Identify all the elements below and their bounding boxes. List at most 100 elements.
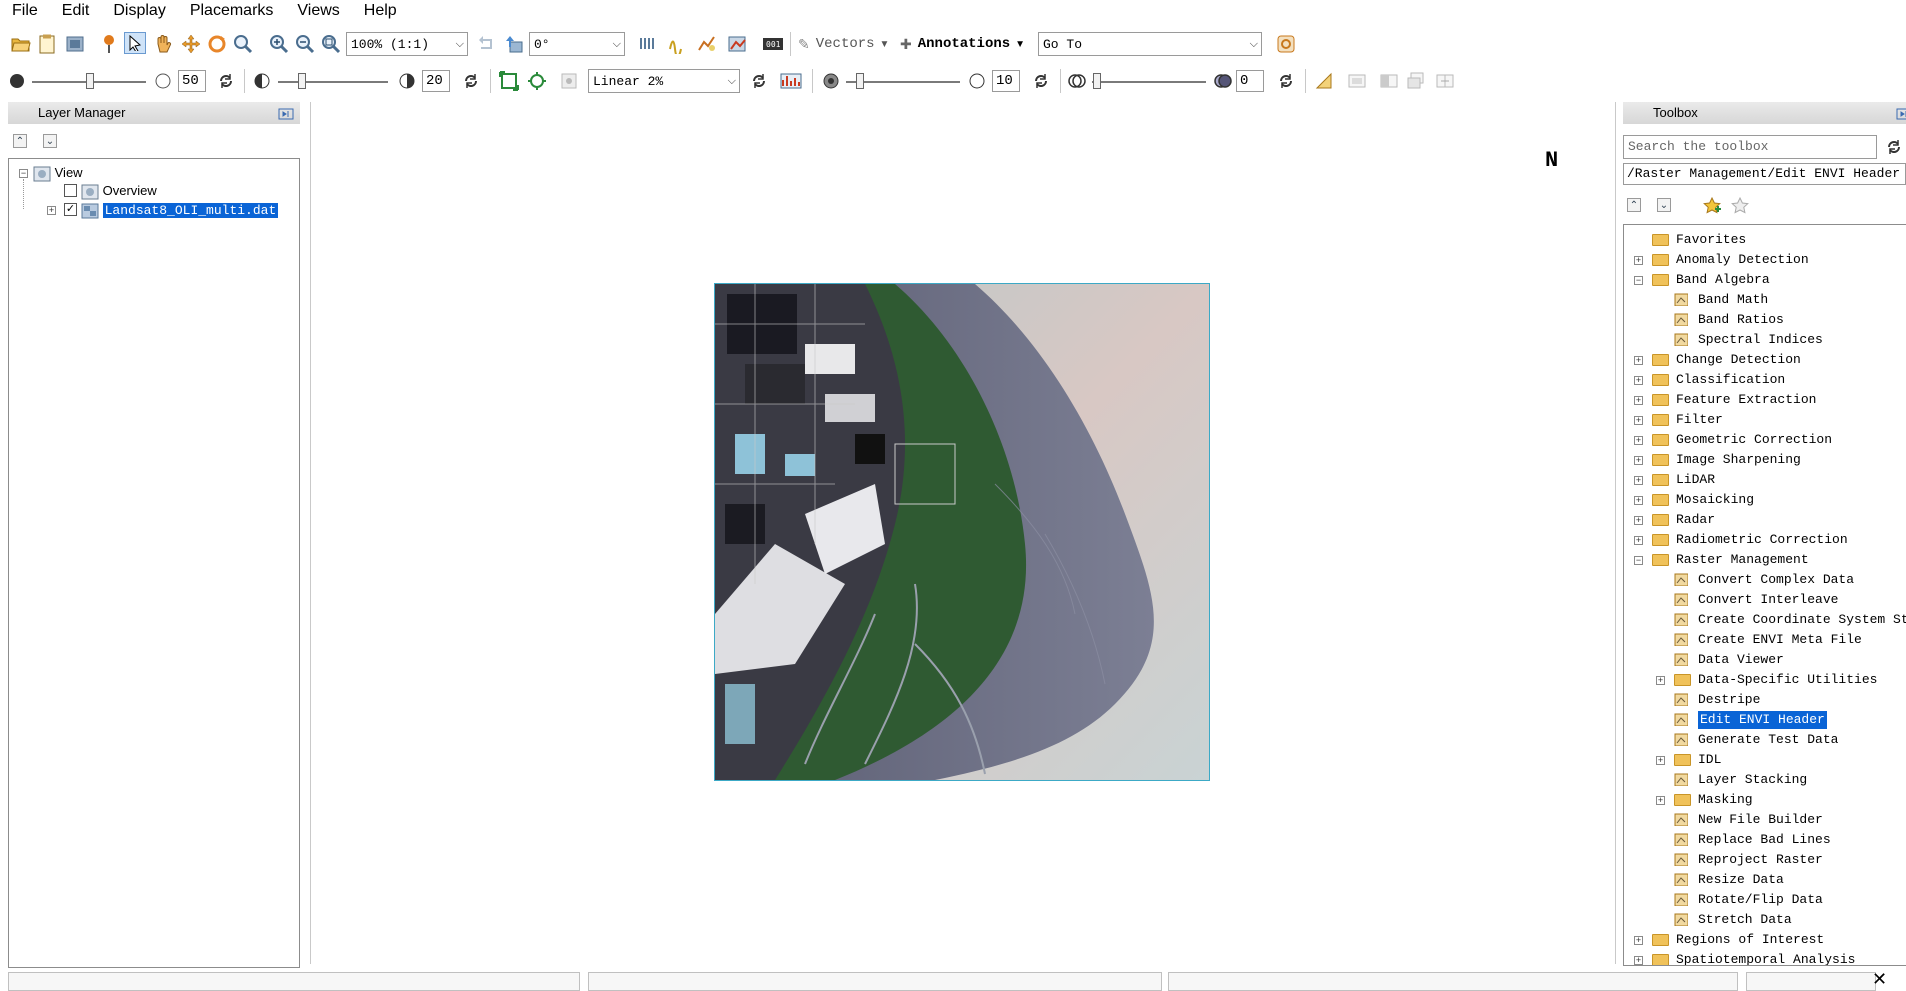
toolbox-item[interactable]: Generate Test Data (1698, 731, 1838, 749)
toolbox-item[interactable]: IDL (1698, 751, 1721, 769)
brightness-input[interactable]: 50 (178, 70, 206, 92)
reset-stretch-icon[interactable] (748, 70, 770, 92)
reset-transparency-icon[interactable] (1275, 70, 1297, 92)
dock-pin-icon[interactable] (278, 106, 294, 120)
tree-expand-toggle[interactable]: + (47, 206, 56, 215)
zoom-out-icon[interactable] (294, 33, 316, 55)
toolbox-item[interactable]: Change Detection (1676, 351, 1801, 369)
refresh-icon[interactable] (1883, 136, 1905, 158)
rotate-north-icon[interactable] (503, 33, 525, 55)
portal-icon[interactable] (1346, 70, 1368, 92)
reset-brightness-icon[interactable] (215, 70, 237, 92)
tree-expand-toggle[interactable]: − (1634, 276, 1643, 285)
toolbox-item[interactable]: Favorites (1676, 231, 1746, 249)
tree-collapse-toggle[interactable]: − (19, 169, 28, 178)
expand-all-icon[interactable]: ⌄ (1657, 198, 1671, 212)
vectors-menu[interactable]: ✎ Vectors ▼ (798, 32, 889, 56)
toolbox-item[interactable]: Anomaly Detection (1676, 251, 1809, 269)
toolbox-item[interactable]: Band Math (1698, 291, 1768, 309)
tree-expand-toggle[interactable]: + (1634, 376, 1643, 385)
zoom-select[interactable]: 100% (1:1) ⌵ (346, 32, 468, 56)
menu-display[interactable]: Display (101, 0, 177, 22)
collapse-all-icon[interactable]: ⌃ (1627, 198, 1641, 212)
stretch-select[interactable]: Linear 2% ⌵ (588, 69, 740, 93)
tree-node-view[interactable]: View (33, 164, 83, 182)
reset-sharpen-icon[interactable] (1030, 70, 1052, 92)
toolbox-item[interactable]: Band Ratios (1698, 311, 1784, 329)
pixel-locator-icon[interactable] (666, 33, 688, 55)
contrast-input[interactable]: 20 (422, 70, 450, 92)
stretch-dynamic-icon[interactable] (526, 70, 548, 92)
zoom-tool-icon[interactable] (232, 33, 254, 55)
tree-expand-toggle[interactable]: + (1634, 956, 1643, 965)
annotations-menu[interactable]: ✚ Annotations ▼ (900, 32, 1025, 56)
tree-expand-toggle[interactable]: + (1634, 516, 1643, 525)
menu-file[interactable]: File (0, 0, 50, 22)
stretch-settings-icon[interactable] (558, 70, 580, 92)
toolbox-item[interactable]: New File Builder (1698, 811, 1823, 829)
toolbox-item[interactable]: Spatiotemporal Analysis (1676, 951, 1855, 965)
toolbox-item[interactable]: Resize Data (1698, 871, 1784, 889)
data-manager-icon[interactable] (36, 33, 58, 55)
zoom-in-icon[interactable] (268, 33, 290, 55)
toolbox-item[interactable]: Classification (1676, 371, 1785, 389)
cursor-value-icon[interactable] (637, 33, 659, 55)
pan-tool-icon[interactable] (152, 33, 174, 55)
toolbox-item[interactable]: Replace Bad Lines (1698, 831, 1831, 849)
toolbox-item[interactable]: Edit ENVI Header (1698, 711, 1827, 729)
chip-view-icon[interactable] (64, 33, 86, 55)
toolbox-item[interactable]: Create ENVI Meta File (1698, 631, 1862, 649)
goto-settings-icon[interactable] (1275, 33, 1297, 55)
data-values-icon[interactable]: 001 (762, 33, 784, 55)
menu-help[interactable]: Help (352, 0, 409, 22)
toolbox-item[interactable]: Convert Interleave (1698, 591, 1838, 609)
toolbox-item[interactable]: Data Viewer (1698, 651, 1784, 669)
toolbox-item[interactable]: Band Algebra (1676, 271, 1770, 289)
zoom-full-icon[interactable] (320, 33, 342, 55)
flicker-icon[interactable] (1406, 70, 1428, 92)
toolbox-item[interactable]: Image Sharpening (1676, 451, 1801, 469)
toolbox-item[interactable]: Mosaicking (1676, 491, 1754, 509)
toolbox-item[interactable]: Spectral Indices (1698, 331, 1823, 349)
toolbox-item[interactable]: Radar (1676, 511, 1715, 529)
toolbox-item[interactable]: Radiometric Correction (1676, 531, 1848, 549)
tree-expand-toggle[interactable]: + (1634, 256, 1643, 265)
rotate-tool-icon[interactable] (206, 33, 228, 55)
rotation-select[interactable]: 0° ⌵ (529, 32, 625, 56)
tree-expand-toggle[interactable]: + (1656, 796, 1665, 805)
roi-tool-icon[interactable] (728, 33, 750, 55)
toolbox-item[interactable]: Create Coordinate System String (1698, 611, 1906, 629)
tree-expand-toggle[interactable]: + (1634, 356, 1643, 365)
toolbox-item[interactable]: Rotate/Flip Data (1698, 891, 1823, 909)
overview-checkbox[interactable] (64, 184, 77, 197)
dock-pin-icon[interactable] (1896, 106, 1906, 120)
toolbox-item[interactable]: Masking (1698, 791, 1753, 809)
tree-expand-toggle[interactable]: + (1634, 936, 1643, 945)
toolbox-item[interactable]: Stretch Data (1698, 911, 1792, 929)
tree-expand-toggle[interactable]: + (1656, 676, 1665, 685)
satellite-image[interactable] (714, 283, 1210, 781)
tree-expand-toggle[interactable]: + (1634, 496, 1643, 505)
swipe-icon[interactable] (1434, 70, 1456, 92)
toolbox-item[interactable]: Convert Complex Data (1698, 571, 1854, 589)
stretch-full-icon[interactable] (498, 70, 520, 92)
tree-expand-toggle[interactable]: + (1634, 536, 1643, 545)
histogram-icon[interactable] (780, 70, 802, 92)
select-tool-icon[interactable] (124, 32, 146, 54)
reset-contrast-icon[interactable] (460, 70, 482, 92)
menu-placemarks[interactable]: Placemarks (178, 0, 286, 22)
toolbox-item[interactable]: Filter (1676, 411, 1723, 429)
transparency-slider[interactable] (1093, 73, 1101, 89)
tree-node-overview[interactable]: Overview (81, 182, 157, 200)
toolbox-item[interactable]: Geometric Correction (1676, 431, 1832, 449)
toolbox-item[interactable]: Feature Extraction (1676, 391, 1816, 409)
tree-expand-toggle[interactable]: + (1634, 416, 1643, 425)
menu-edit[interactable]: Edit (50, 0, 102, 22)
remove-favorite-icon[interactable] (1729, 195, 1751, 217)
toolbox-search-input[interactable]: Search the toolbox (1623, 135, 1877, 159)
open-file-icon[interactable] (10, 33, 32, 55)
menu-views[interactable]: Views (285, 0, 351, 22)
toolbox-item[interactable]: Data-Specific Utilities (1698, 671, 1877, 689)
layer-checkbox[interactable]: ✓ (64, 203, 77, 216)
transparency-input[interactable]: 0 (1236, 70, 1264, 92)
